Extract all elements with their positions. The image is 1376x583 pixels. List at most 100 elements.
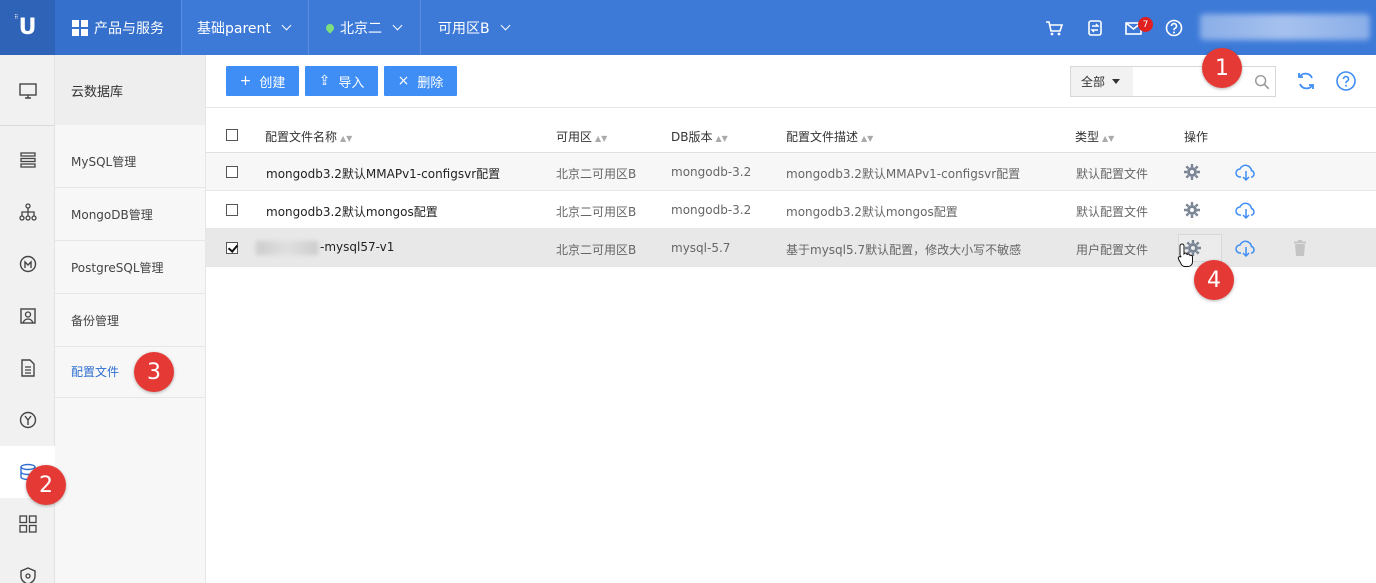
document-icon bbox=[20, 359, 35, 377]
blurred-name-prefix bbox=[256, 240, 318, 255]
branch-icon bbox=[19, 411, 36, 429]
search-icon[interactable] bbox=[1253, 73, 1271, 91]
chevron-down-icon bbox=[500, 20, 511, 31]
help-circle-icon[interactable] bbox=[1335, 70, 1357, 92]
submenu-item-mysql[interactable]: MySQL管理 bbox=[55, 135, 205, 188]
cloud-download-icon[interactable] bbox=[1235, 200, 1257, 220]
submenu-title: 云数据库 bbox=[55, 55, 205, 125]
settings-gear-icon[interactable] bbox=[1182, 200, 1202, 220]
config-zone: 北京二可用区B bbox=[556, 243, 637, 257]
toolbar: + 创建 ⇪ 导入 × 删除 全部 bbox=[206, 55, 1376, 108]
search-box: 全部 bbox=[1070, 66, 1276, 97]
grid-icon bbox=[72, 19, 88, 36]
network-tree-icon bbox=[18, 203, 37, 221]
logo-dots-icon: ⠿ bbox=[14, 14, 19, 21]
header-version[interactable]: DB版本 ▲▼ bbox=[671, 128, 728, 145]
chevron-down-icon bbox=[392, 20, 403, 31]
user-account-blurred[interactable] bbox=[1200, 14, 1370, 40]
cloud-download-icon[interactable] bbox=[1235, 162, 1257, 182]
location-pin-icon bbox=[324, 21, 336, 34]
select-all-checkbox[interactable] bbox=[226, 129, 238, 141]
rail-gateway[interactable] bbox=[0, 238, 55, 290]
zone-selector[interactable]: 可用区B bbox=[438, 0, 511, 55]
row-checkbox-checked[interactable] bbox=[226, 242, 238, 254]
zone-label: 可用区B bbox=[438, 20, 490, 37]
apps-grid-icon bbox=[18, 515, 37, 533]
filter-selected-label: 全部 bbox=[1081, 75, 1106, 89]
project-selector[interactable]: 基础parent bbox=[197, 0, 292, 55]
top-navigation-bar: ⠿ U 产品与服务 基础parent 北京二 可用区B 7 bbox=[0, 0, 1376, 55]
caret-down-icon bbox=[1112, 79, 1121, 84]
hand-cursor-icon bbox=[1177, 243, 1193, 267]
step-marker-2: 2 bbox=[26, 465, 66, 505]
rail-host[interactable] bbox=[0, 290, 55, 342]
row-checkbox[interactable] bbox=[226, 204, 238, 216]
products-menu[interactable]: 产品与服务 bbox=[55, 0, 181, 55]
exchange-icon[interactable] bbox=[1085, 18, 1105, 38]
config-type: 默认配置文件 bbox=[1076, 167, 1149, 181]
rail-network[interactable] bbox=[0, 186, 55, 238]
row-checkbox[interactable] bbox=[226, 166, 238, 178]
import-button[interactable]: ⇪ 导入 bbox=[305, 66, 378, 96]
sort-icon: ▲▼ bbox=[340, 134, 353, 143]
delete-button[interactable]: × 删除 bbox=[384, 66, 457, 96]
database-submenu: 云数据库 MySQL管理 MongoDB管理 PostgreSQL管理 备份管理… bbox=[55, 55, 206, 583]
header-desc[interactable]: 配置文件描述 ▲▼ bbox=[786, 128, 873, 145]
header-name[interactable]: 配置文件名称 ▲▼ bbox=[265, 128, 352, 145]
region-label: 北京二 bbox=[340, 20, 382, 37]
config-desc: mongodb3.2默认mongos配置 bbox=[786, 205, 958, 219]
help-icon[interactable] bbox=[1164, 18, 1184, 38]
rail-branch[interactable] bbox=[0, 394, 55, 446]
config-zone: 北京二可用区B bbox=[556, 167, 637, 181]
config-name: mongodb3.2默认mongos配置 bbox=[266, 205, 438, 219]
cloud-download-icon[interactable] bbox=[1235, 238, 1257, 258]
settings-gear-icon[interactable] bbox=[1182, 162, 1202, 182]
header-zone[interactable]: 可用区 ▲▼ bbox=[556, 128, 607, 145]
table-row[interactable]: mongodb3.2默认MMAPv1-configsvr配置 北京二可用区B m… bbox=[206, 153, 1376, 191]
submenu-item-postgresql[interactable]: PostgreSQL管理 bbox=[55, 241, 205, 294]
rail-security[interactable] bbox=[0, 550, 55, 583]
submenu-item-mongodb[interactable]: MongoDB管理 bbox=[55, 188, 205, 241]
submenu-item-config[interactable]: 配置文件 bbox=[55, 345, 205, 398]
chevron-down-icon bbox=[281, 20, 292, 31]
config-version: mongodb-3.2 bbox=[671, 203, 752, 217]
sort-icon: ▲▼ bbox=[861, 134, 874, 143]
submenu-item-backup[interactable]: 备份管理 bbox=[55, 294, 205, 347]
region-selector[interactable]: 北京二 bbox=[324, 0, 403, 55]
step-marker-3: 3 bbox=[134, 352, 174, 392]
host-icon bbox=[19, 308, 36, 324]
cart-icon[interactable] bbox=[1044, 18, 1064, 38]
rail-apps[interactable] bbox=[0, 498, 55, 550]
config-zone: 北京二可用区B bbox=[556, 205, 637, 219]
mail-count-badge: 7 bbox=[1138, 17, 1153, 32]
sort-icon: ▲▼ bbox=[1102, 134, 1115, 143]
config-version: mongodb-3.2 bbox=[671, 165, 752, 179]
table-row[interactable]: -mysql57-v1 北京二可用区B mysql-5.7 基于mysql5.7… bbox=[206, 229, 1376, 267]
rail-monitor[interactable] bbox=[0, 65, 55, 117]
trash-icon[interactable] bbox=[1290, 238, 1310, 258]
import-icon: ⇪ bbox=[318, 73, 331, 89]
filter-dropdown[interactable]: 全部 bbox=[1071, 67, 1133, 96]
delete-label: 删除 bbox=[417, 75, 444, 91]
logo-u-icon: U bbox=[18, 15, 37, 40]
config-name: -mysql57-v1 bbox=[256, 240, 394, 255]
products-label: 产品与服务 bbox=[94, 20, 164, 37]
create-button[interactable]: + 创建 bbox=[226, 66, 299, 96]
config-desc: 基于mysql5.7默认配置，修改大小写不敏感 bbox=[786, 243, 1022, 257]
sort-icon: ▲▼ bbox=[715, 134, 728, 143]
config-name: mongodb3.2默认MMAPv1-configsvr配置 bbox=[266, 167, 501, 181]
header-type[interactable]: 类型 ▲▼ bbox=[1075, 128, 1114, 145]
monitor-icon bbox=[18, 83, 37, 99]
config-type: 用户配置文件 bbox=[1076, 243, 1149, 257]
plus-icon: + bbox=[239, 73, 252, 89]
table-row[interactable]: mongodb3.2默认mongos配置 北京二可用区B mongodb-3.2… bbox=[206, 191, 1376, 229]
rail-list[interactable] bbox=[0, 134, 55, 186]
config-version: mysql-5.7 bbox=[671, 241, 731, 255]
rail-document[interactable] bbox=[0, 342, 55, 394]
config-type: 默认配置文件 bbox=[1076, 205, 1149, 219]
ucloud-logo[interactable]: ⠿ U bbox=[0, 0, 55, 55]
project-label: 基础parent bbox=[197, 20, 271, 37]
refresh-icon[interactable] bbox=[1295, 70, 1317, 92]
gateway-icon bbox=[19, 255, 36, 273]
step-marker-4: 4 bbox=[1194, 260, 1234, 300]
